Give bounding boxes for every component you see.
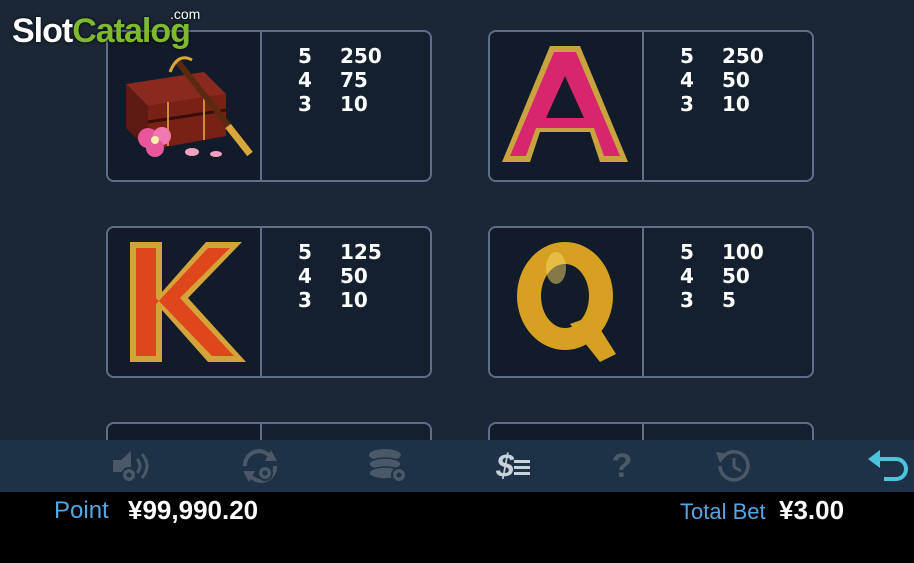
pay-row: 5 125 [298, 240, 382, 264]
pay-row: 4 75 [298, 68, 368, 92]
pay-row: 3 10 [680, 92, 750, 116]
point-value: ¥99,990.20 [128, 495, 259, 525]
treasure-box-icon [108, 32, 262, 180]
sound-settings-icon[interactable] [106, 446, 158, 486]
pay-row: 4 50 [680, 264, 750, 288]
pay-row: 5 250 [298, 44, 382, 68]
pay-values: 5 250 4 75 3 10 [298, 44, 382, 116]
autoplay-settings-icon[interactable] [234, 446, 286, 486]
toolbar: $ ? [0, 440, 914, 492]
paytable-icon[interactable]: $ [488, 446, 540, 486]
bet-settings-icon[interactable] [362, 446, 414, 486]
lines-icon [513, 460, 530, 475]
back-icon[interactable] [862, 446, 914, 486]
status-bar: Point ¥99,990.20 Total Bet ¥3.00 [0, 492, 914, 563]
letter-k-icon [108, 228, 262, 376]
pay-row: 4 50 [298, 264, 368, 288]
pay-row: 35 [680, 288, 736, 312]
total-bet-label: Total Bet [680, 499, 766, 524]
history-icon[interactable] [706, 446, 758, 486]
pay-row: 5 250 [680, 44, 764, 68]
letter-a-icon [490, 32, 644, 180]
pay-row: 3 10 [298, 288, 368, 312]
total-bet-value: ¥3.00 [779, 495, 845, 525]
letter-q-icon [490, 228, 644, 376]
dollar-glyph: $ [496, 447, 514, 484]
paytable-card [488, 422, 814, 440]
pay-values: 5 100 4 50 35 [680, 240, 764, 312]
paytable-card: 5 250 4 75 3 10 [106, 30, 432, 182]
point-label: Point [54, 497, 109, 524]
symbol-tile [490, 424, 644, 440]
paytable-card [106, 422, 432, 440]
paytable-card: 5 250 4 50 3 10 [488, 30, 814, 182]
pay-row: 3 10 [298, 92, 368, 116]
help-icon[interactable]: ? [596, 446, 648, 486]
site-logo: SlotCatalog .com [12, 6, 201, 50]
pay-row: 4 50 [680, 68, 750, 92]
pay-row: 5 100 [680, 240, 764, 264]
symbol-tile [108, 424, 262, 440]
paytable-card: 5 125 4 50 3 10 [106, 226, 432, 378]
paytable-panel[interactable]: 5 250 4 75 3 10 5 250 4 50 3 10 5 125 4 … [0, 0, 914, 440]
pay-values: 5 125 4 50 3 10 [298, 240, 382, 312]
pay-values: 5 250 4 50 3 10 [680, 44, 764, 116]
paytable-card: 5 100 4 50 35 [488, 226, 814, 378]
